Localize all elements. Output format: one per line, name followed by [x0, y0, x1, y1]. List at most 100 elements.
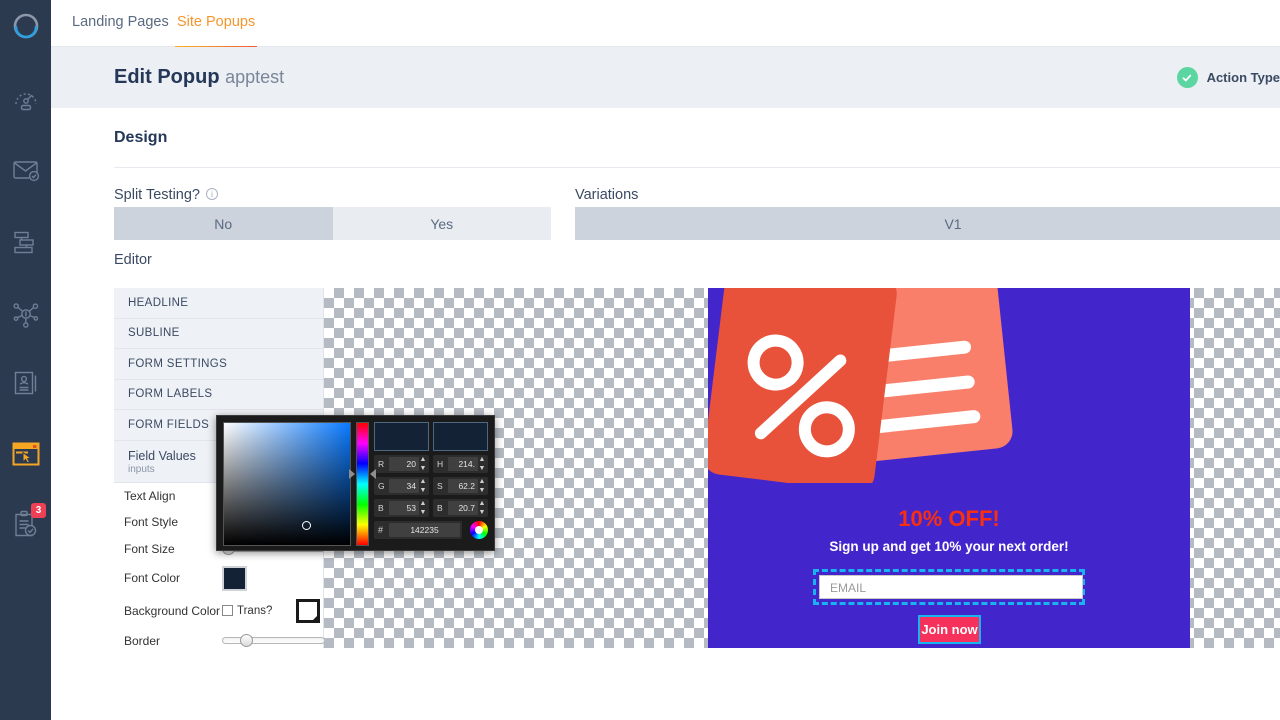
variation-v1[interactable]: V1 [575, 207, 1280, 240]
split-testing-label-text: Split Testing? [114, 187, 200, 203]
field-brightness-stepper[interactable]: ▲ ▼ [478, 499, 486, 517]
field-hue-value[interactable]: 214. [448, 457, 478, 471]
transparent-label: Trans? [237, 604, 273, 617]
action-type-status[interactable]: Action Type [1176, 67, 1280, 88]
sv-selector-handle[interactable] [302, 521, 311, 530]
rail-item-automation[interactable] [0, 288, 51, 339]
page-title-sub: apptest [225, 67, 285, 87]
field-green-value[interactable]: 34 [389, 479, 419, 493]
variations-label: Variations [575, 187, 639, 203]
field-red[interactable]: R 20 ▲ ▼ [374, 455, 429, 473]
field-hue-key: H [437, 459, 444, 469]
envelope-check-icon [12, 158, 40, 184]
field-blue-key: B [378, 503, 384, 513]
field-red-value[interactable]: 20 [389, 457, 419, 471]
rail-item-email[interactable] [0, 145, 51, 196]
rail-item-logo[interactable] [0, 0, 51, 51]
design-section-title: Design [114, 129, 168, 146]
tab-landing-pages[interactable]: Landing Pages [72, 14, 169, 30]
field-brightness-key: B [437, 503, 443, 513]
transparent-checkbox[interactable] [222, 605, 233, 616]
color-value-fields: R 20 ▲ ▼ H 214. ▲ ▼ G 34 ▲ ▼ S 62.2 ▲ ▼ … [374, 422, 488, 544]
info-icon[interactable]: i [205, 188, 218, 200]
split-testing-option-yes[interactable]: Yes [332, 207, 551, 240]
page-title: Edit Popup apptest [114, 66, 284, 89]
hue-slider[interactable] [349, 422, 376, 546]
split-testing-toggle: No Yes [114, 207, 551, 240]
discount-coupons-icon [708, 288, 1190, 492]
background-color-swatch[interactable] [296, 598, 321, 623]
field-blue-value[interactable]: 53 [389, 501, 419, 515]
hue-marker-right-icon [370, 469, 376, 479]
font-color-swatch[interactable] [222, 565, 247, 591]
control-label-border: Border [124, 633, 161, 648]
color-row-g-s: G 34 ▲ ▼ S 62.2 ▲ ▼ [374, 477, 488, 495]
control-label-text-align: Text Align [124, 488, 176, 503]
hierarchy-icon [12, 230, 40, 256]
tab-site-popups-label: Site Popups [177, 14, 256, 30]
border-slider[interactable] [222, 634, 325, 647]
email-input[interactable]: EMAIL [819, 575, 1083, 599]
field-saturation-stepper[interactable]: ▲ ▼ [478, 477, 486, 495]
page-title-main: Edit Popup [114, 66, 220, 88]
border-slider-track [222, 637, 325, 644]
popup-headline: 10% OFF! [898, 506, 1000, 531]
accordion-item-subline[interactable]: SUBLINE [114, 319, 323, 349]
control-border: Border [114, 628, 325, 649]
section-divider [114, 167, 1280, 168]
color-preview-current [433, 422, 488, 451]
color-picker-dialog[interactable]: R 20 ▲ ▼ H 214. ▲ ▼ G 34 ▲ ▼ S 62.2 ▲ ▼ … [216, 415, 495, 551]
email-field-selection[interactable]: EMAIL [813, 569, 1085, 605]
color-wheel-icon[interactable] [470, 521, 488, 539]
split-testing-label: Split Testing? i [114, 187, 218, 203]
page-header: Edit Popup apptest Action Type [51, 47, 1280, 108]
saturation-value-area[interactable] [223, 422, 352, 546]
left-nav-rail: 3 [0, 0, 51, 720]
field-red-stepper[interactable]: ▲ ▼ [419, 455, 427, 473]
accordion-item-form-labels[interactable]: FORM LABELS [114, 380, 323, 410]
tasks-badge: 3 [31, 503, 46, 518]
rail-item-workflows[interactable] [0, 217, 51, 268]
popup-editor-screen: 3 Landing Pages Site Popups Edit Popup a… [0, 0, 1280, 720]
field-brightness[interactable]: B 20.7 ▲ ▼ [433, 499, 488, 517]
color-row-r-h: R 20 ▲ ▼ H 214. ▲ ▼ [374, 455, 488, 473]
color-row-b-b: B 53 ▲ ▼ B 20.7 ▲ ▼ [374, 499, 488, 517]
hue-marker-left-icon [349, 469, 356, 479]
field-hex[interactable]: # 142235 [374, 521, 462, 539]
field-saturation-value[interactable]: 62.2 [448, 479, 478, 493]
editor-label: Editor [114, 252, 152, 268]
field-blue[interactable]: B 53 ▲ ▼ [374, 499, 429, 517]
popup-subline: Sign up and get 10% your next order! [829, 539, 1069, 554]
control-label-background-color: Background Color [124, 603, 221, 618]
rail-item-tasks[interactable]: 3 [0, 498, 51, 549]
field-hex-value[interactable]: 142235 [389, 523, 460, 537]
rail-item-contacts[interactable] [0, 358, 51, 409]
color-preview-row [374, 422, 488, 451]
color-row-hex: # 142235 [374, 521, 488, 539]
split-testing-option-no[interactable]: No [114, 207, 333, 240]
field-hue[interactable]: H 214. ▲ ▼ [433, 455, 488, 473]
field-hex-key: # [378, 525, 384, 535]
border-slider-knob[interactable] [240, 634, 253, 647]
color-preview-new [374, 422, 429, 451]
accordion-item-form-settings[interactable]: FORM SETTINGS [114, 349, 323, 380]
tab-site-popups[interactable]: Site Popups [175, 14, 258, 49]
field-green-stepper[interactable]: ▲ ▼ [419, 477, 427, 495]
join-now-button[interactable]: Join now [918, 615, 981, 644]
action-type-label: Action Type [1206, 70, 1280, 85]
field-blue-stepper[interactable]: ▲ ▼ [419, 499, 427, 517]
field-brightness-value[interactable]: 20.7 [448, 501, 478, 515]
network-nodes-icon [12, 300, 40, 328]
field-saturation[interactable]: S 62.2 ▲ ▼ [433, 477, 488, 495]
accordion-item-headline[interactable]: HEADLINE [114, 288, 323, 319]
top-tab-bar: Landing Pages Site Popups [51, 0, 1280, 49]
control-font-color: Font Color [114, 563, 323, 594]
contact-card-icon [13, 370, 39, 397]
rail-item-dashboard[interactable] [0, 74, 51, 125]
rail-item-site-popups[interactable] [0, 428, 51, 479]
main-content: Design Split Testing? i No Yes Variations… [51, 108, 1280, 720]
check-circle-icon [1176, 67, 1198, 88]
field-green[interactable]: G 34 ▲ ▼ [374, 477, 429, 495]
circle-logo-icon [11, 11, 41, 41]
field-hue-stepper[interactable]: ▲ ▼ [478, 455, 486, 473]
